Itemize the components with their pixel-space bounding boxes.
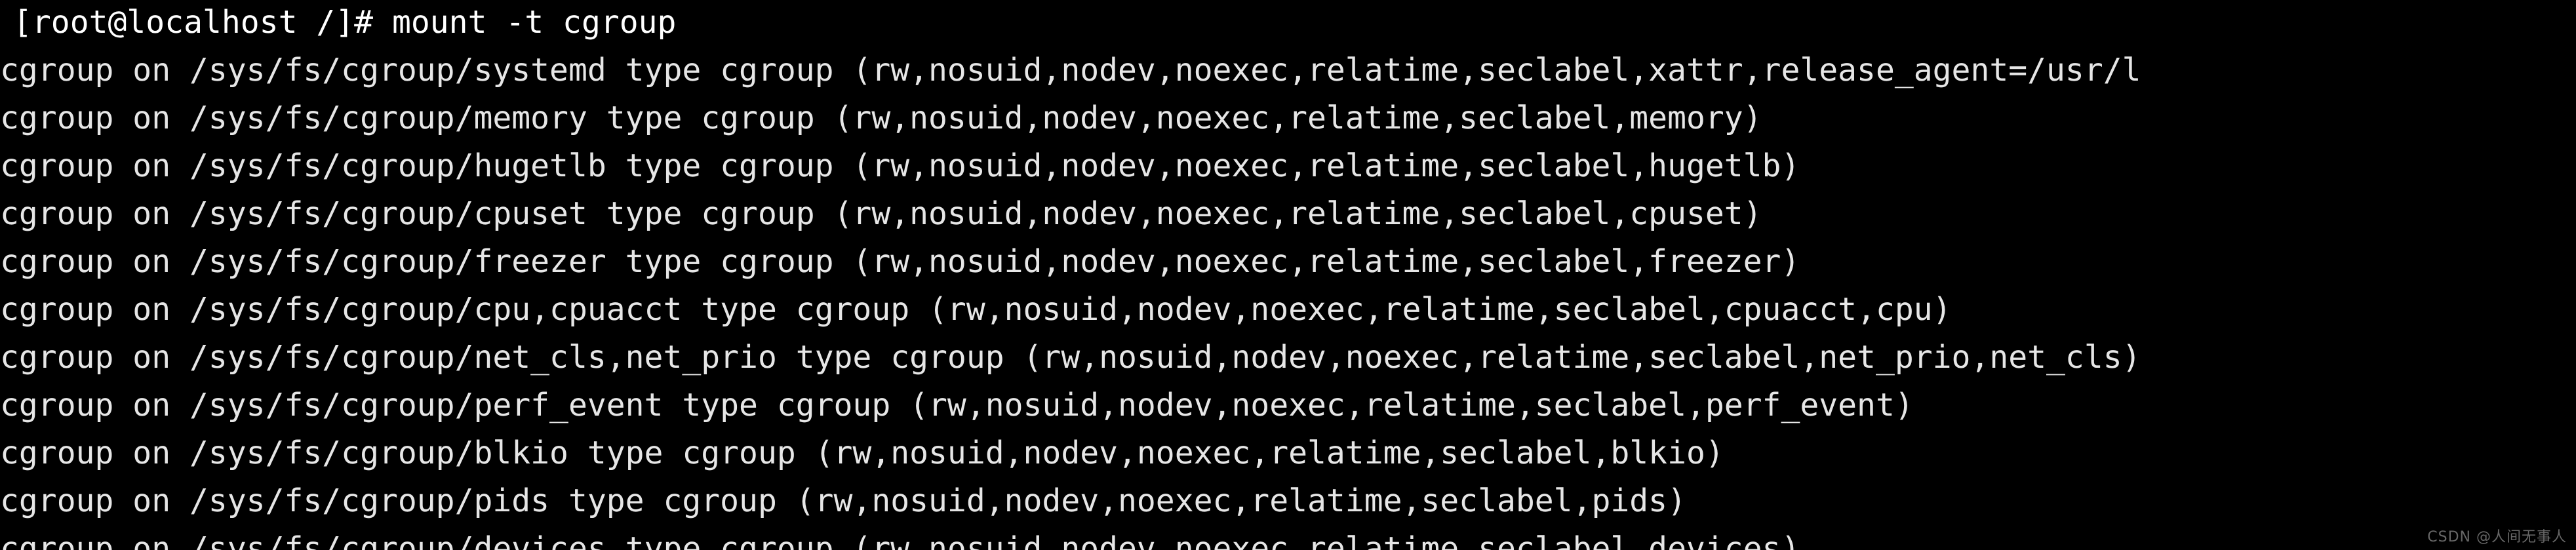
terminal-output-line-memory: cgroup on /sys/fs/cgroup/memory type cgr…	[0, 100, 1762, 136]
terminal-output-line-hugetlb: cgroup on /sys/fs/cgroup/hugetlb type cg…	[0, 147, 1800, 184]
terminal-output-line-freezer: cgroup on /sys/fs/cgroup/freezer type cg…	[0, 243, 1800, 280]
terminal-window[interactable]: [root@localhost /]# mount -t cgroup cgro…	[0, 0, 2576, 550]
terminal-prompt-line[interactable]: [root@localhost /]# mount -t cgroup	[0, 0, 2576, 47]
csdn-watermark: CSDN @人间无事人	[2427, 529, 2567, 545]
terminal-output-line-pids: cgroup on /sys/fs/cgroup/pids type cgrou…	[0, 482, 1686, 519]
terminal-output-line-devices: cgroup on /sys/fs/cgroup/devices type cg…	[0, 530, 1800, 550]
terminal-output-line-systemd: cgroup on /sys/fs/cgroup/systemd type cg…	[0, 52, 2141, 88]
terminal-output-area: [root@localhost /]# mount -t cgroup cgro…	[0, 0, 2576, 550]
terminal-output-line-blkio: cgroup on /sys/fs/cgroup/blkio type cgro…	[0, 435, 1724, 471]
terminal-output-line-net-cls-net-prio: cgroup on /sys/fs/cgroup/net_cls,net_pri…	[0, 339, 2141, 376]
terminal-output-line-cpuset: cgroup on /sys/fs/cgroup/cpuset type cgr…	[0, 195, 1762, 232]
terminal-output-line-perf-event: cgroup on /sys/fs/cgroup/perf_event type…	[0, 387, 1914, 423]
terminal-output-line-cpu-cpuacct: cgroup on /sys/fs/cgroup/cpu,cpuacct typ…	[0, 291, 1952, 328]
